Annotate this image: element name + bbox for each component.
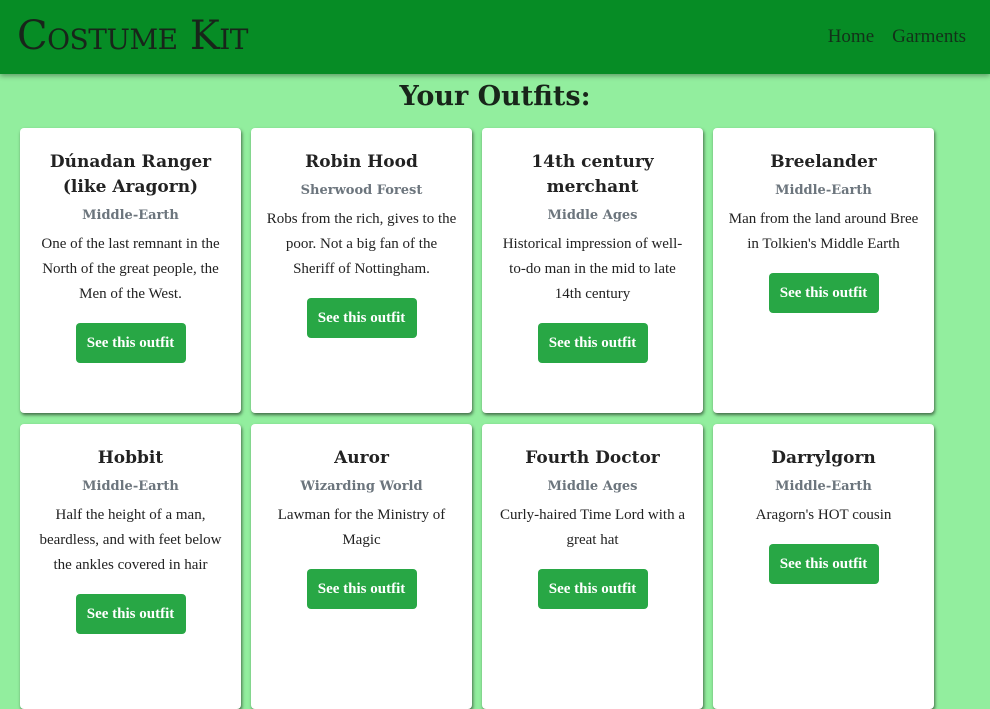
- outfit-card: 14th century merchant Middle Ages Histor…: [482, 128, 703, 413]
- outfit-description: Lawman for the Ministry of Magic: [277, 507, 446, 548]
- outfit-title: Fourth Doctor: [525, 448, 660, 468]
- outfit-setting: Middle-Earth: [775, 479, 872, 494]
- outfit-description: Curly-haired Time Lord with a great hat: [500, 507, 685, 548]
- see-outfit-button[interactable]: See this outfit: [75, 594, 186, 634]
- see-outfit-button[interactable]: See this outfit: [537, 569, 648, 609]
- see-outfit-button[interactable]: See this outfit: [306, 569, 417, 609]
- outfit-card: Robin Hood Sherwood Forest Robs from the…: [251, 128, 472, 413]
- outfit-card: Breelander Middle-Earth Man from the lan…: [713, 128, 934, 413]
- outfit-card: Dúnadan Ranger (like Aragorn) Middle-Ear…: [20, 128, 241, 413]
- see-outfit-button[interactable]: See this outfit: [768, 544, 879, 584]
- nav-link-home[interactable]: Home: [828, 24, 874, 50]
- outfit-description: Robs from the rich, gives to the poor. N…: [266, 211, 457, 277]
- see-outfit-button[interactable]: See this outfit: [306, 298, 417, 338]
- outfit-setting: Middle Ages: [547, 208, 638, 223]
- page-title: Your Outfits:: [399, 81, 591, 112]
- outfit-description: Aragorn's HOT cousin: [755, 507, 892, 523]
- outfit-setting: Wizarding World: [300, 479, 423, 494]
- outfit-setting: Middle-Earth: [775, 183, 872, 198]
- brand-logo[interactable]: Costume Kit: [17, 12, 248, 60]
- nav-links: Home Garments: [828, 24, 966, 50]
- nav-link-garments[interactable]: Garments: [892, 24, 966, 50]
- navbar: Costume Kit Home Garments: [0, 0, 990, 74]
- outfit-title: Breelander: [770, 152, 877, 172]
- see-outfit-button[interactable]: See this outfit: [768, 273, 879, 313]
- outfit-card: Fourth Doctor Middle Ages Curly-haired T…: [482, 424, 703, 709]
- outfit-setting: Middle-Earth: [82, 208, 179, 223]
- outfit-card: Auror Wizarding World Lawman for the Min…: [251, 424, 472, 709]
- outfit-title: Auror: [334, 448, 389, 468]
- see-outfit-button[interactable]: See this outfit: [537, 323, 648, 363]
- outfit-title: Darrylgorn: [771, 448, 876, 468]
- outfit-card: Hobbit Middle-Earth Half the height of a…: [20, 424, 241, 709]
- outfit-description: Half the height of a man, beardless, and…: [39, 507, 222, 573]
- outfit-description: Man from the land around Bree in Tolkien…: [728, 211, 919, 252]
- outfit-title: 14th century merchant: [531, 152, 654, 197]
- outfit-title: Robin Hood: [305, 152, 418, 172]
- see-outfit-button[interactable]: See this outfit: [75, 323, 186, 363]
- outfit-setting: Sherwood Forest: [300, 183, 423, 198]
- outfit-description: Historical impression of well-to-do man …: [502, 236, 683, 302]
- outfit-card: Darrylgorn Middle-Earth Aragorn's HOT co…: [713, 424, 934, 709]
- outfit-grid: Dúnadan Ranger (like Aragorn) Middle-Ear…: [20, 128, 934, 709]
- outfit-title: Dúnadan Ranger (like Aragorn): [49, 152, 212, 197]
- outfit-title: Hobbit: [97, 448, 164, 468]
- outfit-setting: Middle Ages: [547, 479, 638, 494]
- outfit-setting: Middle-Earth: [82, 479, 179, 494]
- outfit-description: One of the last remnant in the North of …: [41, 236, 220, 302]
